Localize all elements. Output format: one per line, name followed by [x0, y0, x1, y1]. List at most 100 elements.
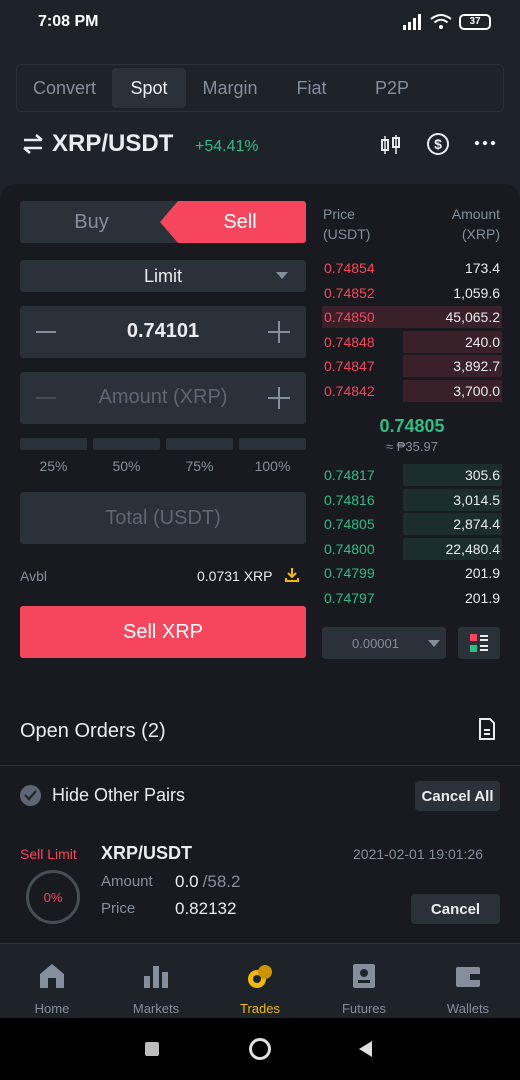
- recents-icon[interactable]: [145, 1042, 159, 1056]
- tab-convert[interactable]: Convert: [17, 68, 112, 108]
- tab-fiat[interactable]: Fiat: [274, 68, 349, 108]
- home-circle-icon[interactable]: [249, 1038, 271, 1060]
- sell-tab[interactable]: Sell: [160, 201, 306, 243]
- percent-slider[interactable]: [20, 438, 306, 450]
- pair-change: +54.41%: [195, 138, 259, 155]
- caret-down-icon: [276, 272, 288, 279]
- wallets-icon: [456, 967, 480, 987]
- amount-header-label: Amount: [451, 206, 500, 222]
- last-price-fiat: ≈ ₱35.97: [386, 439, 438, 454]
- price-header-unit: (USDT): [323, 226, 371, 242]
- bid-amount: 3,014.5: [453, 491, 500, 508]
- sell-submit-button[interactable]: Sell XRP: [20, 606, 306, 658]
- nav-label: Home: [34, 1001, 70, 1016]
- dollar-circle-icon[interactable]: $: [426, 132, 450, 156]
- hide-pairs-checkbox[interactable]: [20, 785, 41, 806]
- cancel-order-label: Cancel: [430, 900, 481, 918]
- trades-icon: [248, 965, 272, 988]
- order-history-icon[interactable]: [478, 718, 496, 740]
- open-orders-title[interactable]: Open Orders (2): [20, 720, 166, 743]
- svg-text:$: $: [434, 136, 442, 152]
- candlestick-chart-icon[interactable]: [380, 134, 402, 156]
- plus-icon[interactable]: [268, 321, 290, 343]
- orderbook-price-header: Price (USDT): [323, 204, 370, 244]
- ask-price: 0.74852: [324, 284, 375, 301]
- total-placeholder: Total (USDT): [105, 506, 221, 529]
- order-type-value: Limit: [143, 265, 182, 286]
- bid-row[interactable]: 0.74797 201.9: [322, 587, 502, 609]
- price-header-label: Price: [323, 206, 355, 222]
- nav-home[interactable]: Home: [0, 944, 104, 1019]
- futures-icon: [353, 964, 375, 988]
- nav-label: Futures: [341, 1001, 387, 1016]
- bid-price: 0.74800: [324, 540, 375, 557]
- nav-markets[interactable]: Markets: [104, 944, 208, 1019]
- nav-futures[interactable]: Futures: [312, 944, 416, 1019]
- ask-price: 0.74842: [324, 382, 375, 399]
- precision-select[interactable]: 0.00001: [322, 627, 446, 659]
- percent-segment[interactable]: [93, 438, 160, 450]
- app-root: 7:08 PM 37 Convert Spot Margin Fiat P2P …: [0, 0, 520, 1080]
- ask-row[interactable]: 0.74852 1,059.6: [322, 282, 502, 304]
- transfer-in-icon[interactable]: [284, 567, 300, 583]
- pair-name[interactable]: XRP/USDT: [52, 130, 173, 158]
- price-value[interactable]: 0.74101: [20, 320, 306, 343]
- percent-label[interactable]: 50%: [93, 458, 160, 474]
- percent-segment[interactable]: [239, 438, 306, 450]
- ask-row[interactable]: 0.74854 173.4: [322, 257, 502, 279]
- cancel-order-button[interactable]: Cancel: [411, 894, 500, 924]
- bid-row[interactable]: 0.74816 3,014.5: [322, 488, 502, 511]
- bid-amount: 201.9: [464, 589, 500, 606]
- status-time: 7:08 PM: [38, 13, 99, 30]
- bottom-nav: Home Markets Trades Futures Wallets: [0, 943, 520, 1018]
- order-amount-filled: 0.0: [175, 872, 199, 891]
- tab-margin[interactable]: Margin: [186, 68, 274, 108]
- buy-tab[interactable]: Buy: [20, 201, 163, 243]
- ask-amount: 240.0: [464, 333, 500, 350]
- buy-sell-toggle: Buy Sell: [20, 201, 306, 243]
- percent-segment[interactable]: [20, 438, 87, 450]
- ask-price: 0.74848: [324, 333, 375, 350]
- ask-amount: 3,700.0: [453, 382, 500, 399]
- ask-row[interactable]: 0.74847 3,892.7: [322, 355, 502, 377]
- bid-price: 0.74817: [324, 467, 375, 483]
- plus-icon[interactable]: [268, 387, 290, 409]
- percent-label[interactable]: 25%: [20, 458, 87, 474]
- bid-row[interactable]: 0.74805 2,874.4: [322, 513, 502, 535]
- bid-row[interactable]: 0.74800 22,480.4: [322, 537, 502, 560]
- order-amount-label: Amount: [101, 873, 153, 890]
- nav-label: Wallets: [446, 1001, 490, 1016]
- swap-arrows-icon[interactable]: [22, 134, 44, 154]
- more-icon[interactable]: [474, 140, 496, 146]
- ask-row[interactable]: 0.74850 45,065.2: [322, 306, 502, 328]
- tab-spot[interactable]: Spot: [112, 68, 186, 108]
- percent-label[interactable]: 100%: [239, 458, 306, 474]
- cancel-all-button[interactable]: Cancel All: [415, 781, 500, 811]
- last-price[interactable]: 0.74805: [322, 416, 502, 437]
- cancel-all-label: Cancel All: [421, 787, 494, 805]
- ask-row[interactable]: 0.74842 3,700.0: [322, 379, 502, 402]
- price-input[interactable]: 0.74101: [20, 306, 306, 358]
- tab-p2p[interactable]: P2P: [349, 68, 435, 108]
- bid-price: 0.74797: [324, 589, 375, 606]
- amount-input[interactable]: Amount (XRP): [20, 372, 306, 424]
- orderbook-amount-header: Amount (XRP): [400, 204, 500, 244]
- nav-trades[interactable]: Trades: [208, 944, 312, 1019]
- order-pair: XRP/USDT: [101, 843, 193, 863]
- bid-row[interactable]: 0.74799 201.9: [322, 562, 502, 584]
- order-type-select[interactable]: Limit: [20, 260, 306, 292]
- percent-label[interactable]: 75%: [166, 458, 233, 474]
- total-input[interactable]: Total (USDT): [20, 492, 306, 544]
- amount-placeholder[interactable]: Amount (XRP): [20, 386, 306, 409]
- order-price-label: Price: [101, 900, 136, 917]
- hide-other-pairs-label[interactable]: Hide Other Pairs: [52, 785, 185, 806]
- nav-wallets[interactable]: Wallets: [416, 944, 520, 1019]
- orderbook-layout-button[interactable]: [458, 627, 500, 659]
- ask-row[interactable]: 0.74848 240.0: [322, 330, 502, 353]
- percent-segment[interactable]: [166, 438, 233, 450]
- back-icon[interactable]: [357, 1040, 373, 1058]
- ask-amount: 45,065.2: [445, 309, 501, 325]
- trade-mode-tabs: Convert Spot Margin Fiat P2P: [16, 64, 504, 112]
- caret-down-icon: [428, 640, 440, 647]
- bid-row[interactable]: 0.74817 305.6: [322, 464, 502, 486]
